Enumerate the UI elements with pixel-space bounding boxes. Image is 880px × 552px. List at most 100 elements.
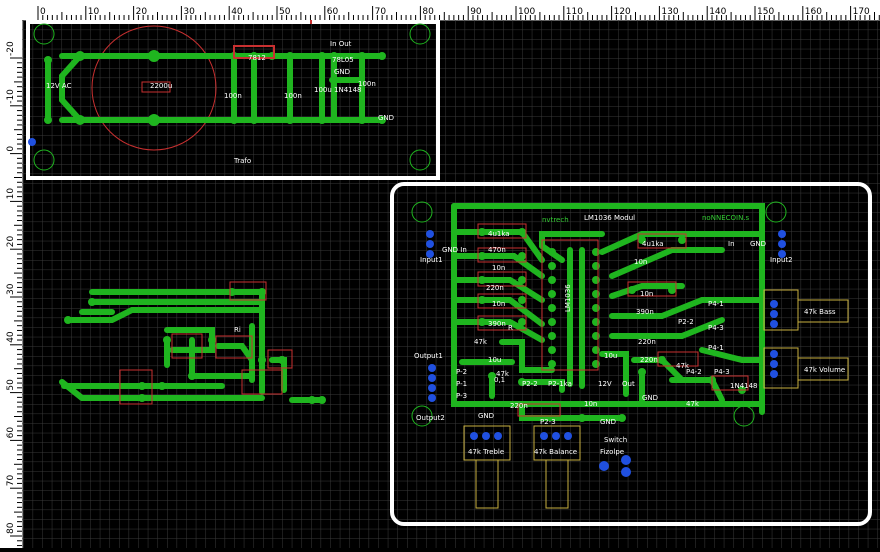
label-brand-2: noNNECOIN.s	[702, 214, 750, 222]
label-r22: 1N4148	[730, 382, 758, 390]
label-output2: Output2	[416, 414, 445, 422]
label-r10: 47k	[496, 370, 510, 378]
label-c2: 100n	[284, 92, 302, 100]
label-r16: 220n	[638, 338, 656, 346]
label-balance: 47k Balance	[534, 448, 577, 456]
ruler-label: 50	[6, 379, 16, 391]
label-treble: 47k Treble	[468, 448, 504, 456]
ruler-label: 170	[853, 7, 870, 17]
ruler-label: -10	[6, 89, 16, 104]
label-12v-ac: 12V AC	[46, 82, 72, 90]
ruler-label: 140	[709, 7, 726, 17]
label-p1: P-1	[456, 380, 467, 388]
label-r18: 47k	[676, 362, 690, 370]
ruler-horizontal-scale: 0 10 20 30 40 50 60 70 80 90 100 110 120 130 140 150 160…	[37, 6, 880, 20]
label-trafo: Trafo	[233, 157, 251, 165]
label-c3: 100u	[314, 86, 332, 94]
label-gnd: GND	[750, 240, 766, 248]
ruler-label: 130	[661, 7, 678, 17]
label-r7: 47k	[474, 338, 488, 346]
ruler-horizontal[interactable]: 0 10 20 30 40 50 60 70 80 90 100 110 120 130 140 150 160…	[0, 0, 880, 21]
ruler-label: 20	[136, 7, 148, 17]
label-gnd: GND	[334, 68, 350, 76]
label-r8: 10u	[488, 356, 501, 364]
label-r17: 220n	[640, 356, 658, 364]
origin-marker	[28, 138, 36, 146]
ruler-label: 80	[422, 7, 434, 17]
label-gnd-b: GND	[478, 412, 494, 420]
label-r19: 10u	[604, 352, 617, 360]
ruler-label: 80	[6, 522, 16, 534]
ruler-vertical[interactable]: -20 -10 0 10 20 30 40 50 60 70 80	[0, 20, 23, 548]
ruler-label: 150	[757, 7, 774, 17]
ruler-label: 110	[566, 7, 583, 17]
label-out: Out	[622, 380, 635, 388]
label-p4-1b: P4-1	[708, 344, 724, 352]
label-in: In	[728, 240, 735, 248]
label-p2-2: P2-2	[522, 380, 538, 388]
label-r20: 47k	[686, 400, 700, 408]
ruler-label: 10	[88, 7, 100, 17]
label-output1: Output1	[414, 352, 443, 360]
label-gnd-d: GND	[642, 394, 658, 402]
label-r12: 4u1ka	[642, 240, 664, 248]
ruler-label: 20	[6, 235, 16, 247]
label-in-out: In Out	[330, 40, 352, 48]
label-input1: Input1	[420, 256, 443, 264]
ruler-label: 100	[518, 7, 535, 17]
label-fizolpe: Fizolpe	[600, 448, 624, 456]
label-chip: LM1036	[564, 284, 572, 312]
label-r: Ri	[234, 326, 241, 334]
ruler-label: 60	[6, 427, 16, 439]
label-1n4148: 1N4148	[334, 86, 362, 94]
pcb-layout[interactable]: 12V AC 2200u 7812 100n 100n 100u 100n In…	[22, 20, 880, 548]
label-p2-3: P2-3	[540, 418, 556, 426]
label-r1: 4u1ka	[488, 230, 510, 238]
ruler-label: 90	[470, 7, 482, 17]
label-volume: 47k Volume	[804, 366, 845, 374]
label-r: R	[508, 324, 513, 332]
label-bass: 47k Bass	[804, 308, 836, 316]
label-p2-1: P2-1ka	[548, 380, 572, 388]
ruler-vertical-scale: -20 -10 0 10 20 30 40 50 60 70 80	[6, 41, 22, 547]
ruler-label: 10	[6, 188, 16, 200]
label-p4-1: P4-1	[708, 300, 724, 308]
label-7812: 7812	[248, 54, 266, 62]
ruler-label: 30	[6, 283, 16, 295]
ruler-label: 0	[40, 7, 46, 17]
label-p2: P-2	[456, 368, 467, 376]
ruler-label: 60	[327, 7, 339, 17]
ruler-label: 0	[6, 146, 16, 152]
ruler-label: 70	[6, 474, 16, 486]
label-c1: 100n	[224, 92, 242, 100]
ruler-label: 40	[231, 7, 243, 17]
pcb-canvas[interactable]: 12V AC 2200u 7812 100n 100n 100u 100n In…	[22, 20, 880, 548]
label-r14: 10n	[640, 290, 653, 298]
label-78l05: 78L05	[332, 56, 354, 64]
label-p4-3b: P4-3	[714, 368, 730, 376]
label-p2-x: P2-2	[678, 318, 694, 326]
label-r4: 220n	[486, 284, 504, 292]
label-r5: 10n	[492, 300, 505, 308]
ruler-label: 120	[614, 7, 631, 17]
ruler-label: -20	[6, 41, 16, 56]
label-r11: 220n	[510, 402, 528, 410]
ruler-label: 70	[375, 7, 387, 17]
label-title: LM1036 Modul	[584, 214, 635, 222]
label-input2: Input2	[770, 256, 793, 264]
label-gnd-2: GND	[378, 114, 394, 122]
label-12v: 12V	[598, 380, 612, 388]
label-gnd-c: GND	[600, 418, 616, 426]
label-gnd-in: GND In	[442, 246, 467, 254]
label-cap-2200u: 2200u	[150, 82, 172, 90]
label-p4-3: P4-3	[708, 324, 724, 332]
label-r2: 470n	[488, 246, 506, 254]
label-r15: 390n	[636, 308, 654, 316]
label-r3: 10n	[492, 264, 505, 272]
ruler-label: 30	[183, 7, 195, 17]
label-r21: 10n	[584, 400, 597, 408]
ruler-label: 160	[805, 7, 822, 17]
label-p3: P-3	[456, 392, 467, 400]
ruler-label: 50	[279, 7, 291, 17]
label-brand-1: nvtrech	[542, 216, 569, 224]
